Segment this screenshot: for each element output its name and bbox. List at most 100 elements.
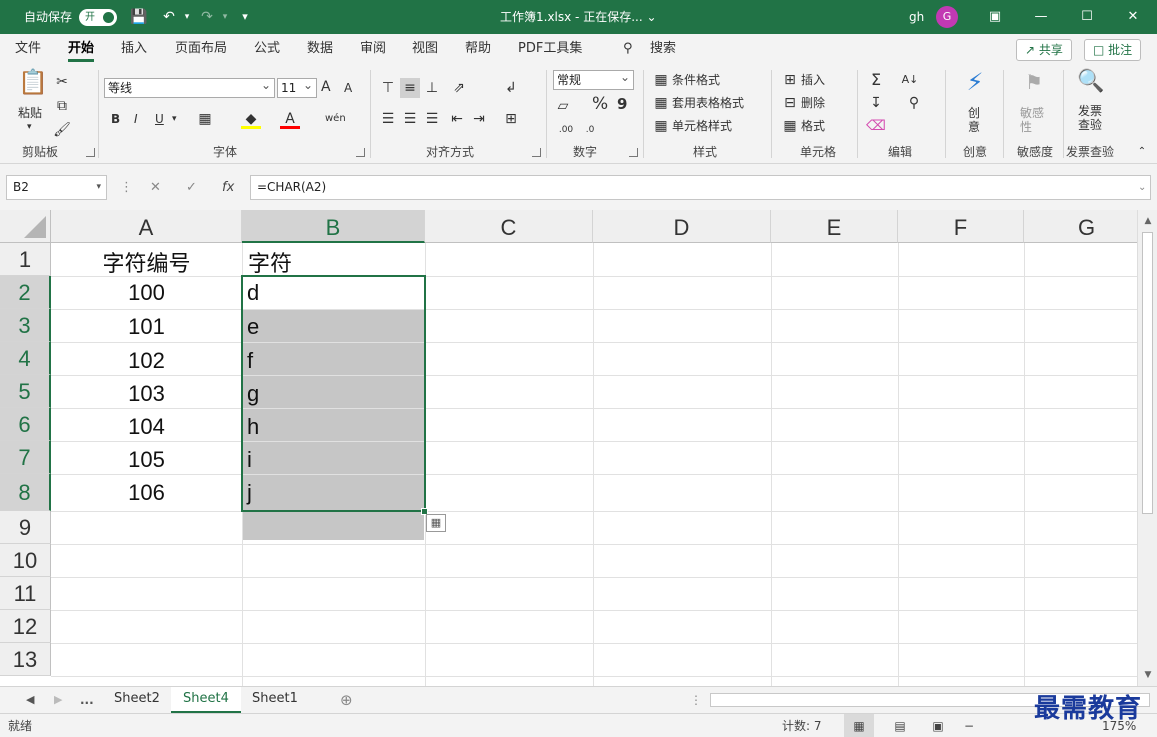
copy-icon[interactable]: ⧉ bbox=[52, 96, 72, 116]
save-icon[interactable]: 💾 bbox=[130, 8, 148, 26]
sort-filter-icon[interactable]: A↓ bbox=[900, 70, 920, 90]
cell-styles-button[interactable]: 单元格样式 bbox=[672, 117, 732, 135]
row-header-1[interactable]: 1 bbox=[0, 243, 51, 276]
increase-decimal-icon[interactable]: .00 bbox=[556, 120, 576, 140]
cell-a6[interactable]: 104 bbox=[51, 414, 242, 440]
delete-cells-icon[interactable]: ⊟ bbox=[780, 93, 800, 113]
sensitivity-icon[interactable]: ⚑ bbox=[1021, 72, 1047, 102]
share-button[interactable]: ↗ 共享 bbox=[1016, 39, 1072, 61]
decrease-indent-icon[interactable]: ⇤ bbox=[447, 109, 467, 129]
add-sheet-icon[interactable]: ⊕ bbox=[340, 687, 353, 713]
row-header-8[interactable]: 8 bbox=[0, 474, 51, 511]
delete-cells-button[interactable]: 删除 bbox=[801, 94, 825, 112]
tab-prev-icon[interactable]: ◀ bbox=[26, 687, 34, 713]
avatar[interactable]: G bbox=[936, 6, 958, 28]
autosave-toggle[interactable]: 开 bbox=[79, 9, 117, 26]
more-options-icon[interactable]: ⋮ bbox=[120, 175, 133, 200]
column-header-c[interactable]: C bbox=[425, 210, 593, 243]
page-layout-view-icon[interactable]: ▤ bbox=[890, 714, 910, 737]
sheet-tab-sheet1[interactable]: Sheet1 bbox=[240, 687, 310, 713]
lightning-icon[interactable]: ⚡ bbox=[962, 70, 988, 102]
ribbon-display-icon[interactable]: ▣ bbox=[972, 0, 1018, 34]
align-middle-icon[interactable]: ≡ bbox=[400, 78, 420, 98]
cell-a8[interactable]: 106 bbox=[51, 480, 242, 506]
insert-cells-button[interactable]: 插入 bbox=[801, 71, 825, 89]
underline-dropdown-icon[interactable]: ▾ bbox=[172, 110, 177, 128]
row-header-11[interactable]: 11 bbox=[0, 577, 51, 610]
row-header-10[interactable]: 10 bbox=[0, 544, 51, 577]
invoice-check-button[interactable]: 发票查验 bbox=[1078, 104, 1104, 132]
search-label[interactable]: 搜索 bbox=[650, 34, 676, 64]
redo-dropdown-icon[interactable]: ▾ bbox=[216, 8, 234, 26]
spreadsheet-grid[interactable]: A B C D E F G 1 2 3 4 5 6 7 8 9 10 11 12… bbox=[0, 210, 1137, 686]
column-header-d[interactable]: D bbox=[593, 210, 771, 243]
format-as-table-icon[interactable]: ▦ bbox=[651, 93, 671, 113]
redo-icon[interactable]: ↷ bbox=[198, 8, 216, 26]
row-header-5[interactable]: 5 bbox=[0, 375, 51, 408]
tab-formulas[interactable]: 公式 bbox=[254, 34, 280, 64]
name-box[interactable]: B2 ▾ bbox=[6, 175, 107, 200]
cell-styles-icon[interactable]: ▦ bbox=[651, 116, 671, 136]
align-bottom-icon[interactable]: ⊥ bbox=[422, 78, 442, 98]
file-title[interactable]: 工作簿1.xlsx - 正在保存... ⌄ bbox=[500, 0, 657, 34]
cell-a3[interactable]: 101 bbox=[51, 314, 242, 340]
column-header-b[interactable]: B bbox=[242, 210, 425, 243]
cancel-icon[interactable]: ✕ bbox=[150, 175, 161, 200]
format-cells-button[interactable]: 格式 bbox=[801, 117, 825, 135]
row-header-12[interactable]: 12 bbox=[0, 610, 51, 643]
creative-button[interactable]: 创意 bbox=[968, 106, 982, 134]
enter-icon[interactable]: ✓ bbox=[186, 175, 197, 200]
tab-next-icon[interactable]: ▶ bbox=[54, 687, 62, 713]
collapse-ribbon-icon[interactable]: ⌃ bbox=[1132, 142, 1152, 162]
scroll-up-icon[interactable]: ▲ bbox=[1138, 212, 1157, 230]
clear-icon[interactable]: ⌫ bbox=[866, 116, 886, 136]
page-break-view-icon[interactable]: ▣ bbox=[928, 714, 948, 737]
phonetic-icon[interactable]: wén bbox=[325, 109, 346, 129]
format-as-table-button[interactable]: 套用表格格式 bbox=[672, 94, 744, 112]
underline-button[interactable]: U bbox=[155, 110, 164, 128]
minimize-icon[interactable]: — bbox=[1018, 0, 1064, 34]
borders-icon[interactable]: ▦ bbox=[195, 109, 215, 129]
tab-review[interactable]: 审阅 bbox=[360, 34, 386, 64]
normal-view-icon[interactable]: ▦ bbox=[844, 714, 874, 737]
invoice-check-icon[interactable]: 🔍 bbox=[1076, 71, 1106, 102]
conditional-format-icon[interactable]: ▦ bbox=[651, 70, 671, 90]
vertical-scrollbar[interactable]: ▲ ▼ bbox=[1137, 210, 1157, 686]
conditional-format-button[interactable]: 条件格式 bbox=[672, 71, 720, 89]
bold-button[interactable]: B bbox=[111, 110, 120, 128]
scroll-down-icon[interactable]: ▼ bbox=[1138, 666, 1157, 684]
column-header-e[interactable]: E bbox=[771, 210, 898, 243]
cell-a4[interactable]: 102 bbox=[51, 348, 242, 374]
select-all-corner[interactable] bbox=[0, 210, 51, 243]
format-cells-icon[interactable]: ▦ bbox=[780, 116, 800, 136]
insert-function-button[interactable]: fx bbox=[222, 175, 234, 200]
column-header-g[interactable]: G bbox=[1024, 210, 1137, 243]
tab-insert[interactable]: 插入 bbox=[121, 34, 147, 64]
row-header-7[interactable]: 7 bbox=[0, 441, 51, 474]
more-sheets-button[interactable]: ... bbox=[80, 687, 94, 713]
cut-icon[interactable]: ✂ bbox=[52, 72, 72, 92]
row-header-6[interactable]: 6 bbox=[0, 408, 51, 441]
expand-formula-icon[interactable]: ⌄ bbox=[1138, 175, 1146, 200]
cell-a2[interactable]: 100 bbox=[51, 280, 242, 306]
row-header-13[interactable]: 13 bbox=[0, 643, 51, 676]
name-box-dropdown-icon[interactable]: ▾ bbox=[96, 176, 101, 199]
row-header-9[interactable]: 9 bbox=[0, 511, 51, 544]
accounting-format-icon[interactable]: ▱ bbox=[553, 96, 573, 116]
format-painter-icon[interactable]: 🖌 bbox=[52, 120, 72, 140]
cell-a1[interactable]: 字符编号 bbox=[51, 246, 242, 278]
scrollbar-thumb[interactable] bbox=[1142, 232, 1153, 514]
undo-dropdown-icon[interactable]: ▾ bbox=[178, 8, 196, 26]
alignment-launcher-icon[interactable] bbox=[532, 148, 541, 157]
decrease-decimal-icon[interactable]: .0 bbox=[580, 120, 600, 140]
find-select-icon[interactable]: ⚲ bbox=[904, 93, 924, 113]
merge-center-icon[interactable]: ⊞ bbox=[501, 109, 521, 129]
column-header-a[interactable]: A bbox=[51, 210, 242, 243]
cell-a7[interactable]: 105 bbox=[51, 447, 242, 473]
row-header-4[interactable]: 4 bbox=[0, 342, 51, 375]
align-right-icon[interactable]: ☰ bbox=[422, 109, 442, 129]
search-icon[interactable]: ⚲ bbox=[623, 34, 633, 64]
font-color-icon[interactable]: A bbox=[280, 109, 300, 129]
row-header-3[interactable]: 3 bbox=[0, 309, 51, 342]
column-header-f[interactable]: F bbox=[898, 210, 1024, 243]
